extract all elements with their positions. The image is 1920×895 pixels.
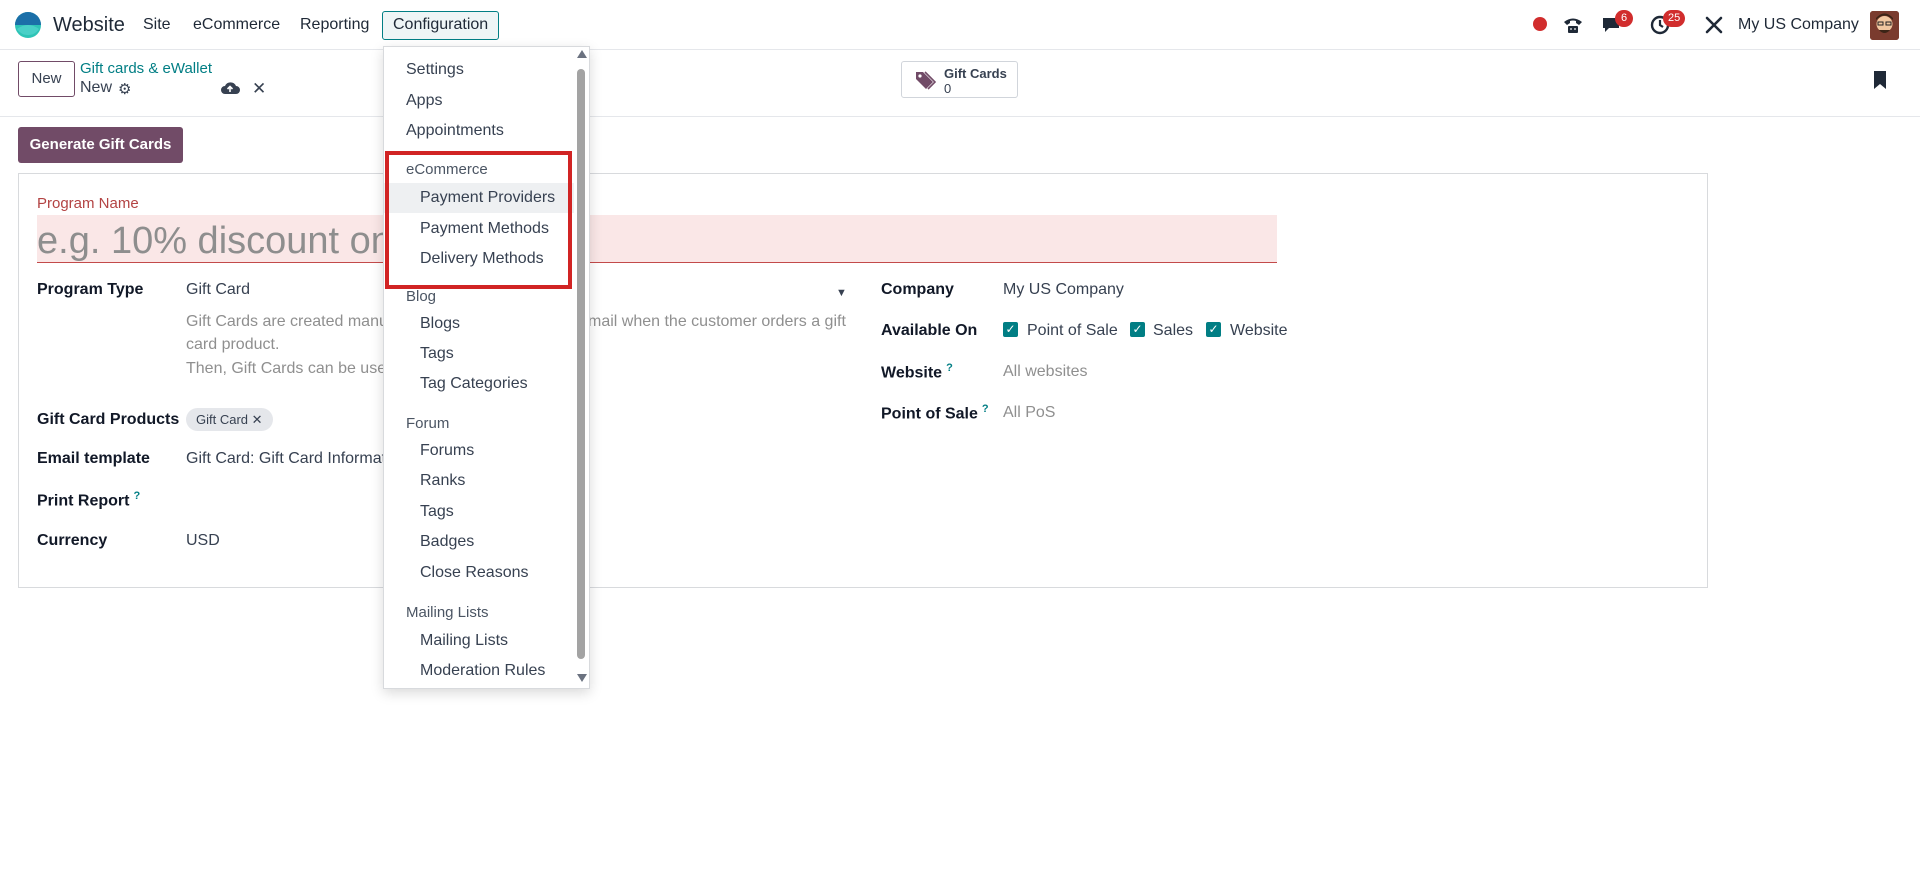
checkbox-label-website: Website [1230,322,1288,339]
company-field[interactable]: My US Company [1003,281,1124,299]
program-name-label: Program Name [37,195,139,212]
menu-item-apps[interactable]: Apps [384,86,574,116]
configuration-dropdown: Settings Apps Appointments eCommerce Pay… [383,46,590,689]
help-icon[interactable]: ? [946,362,953,374]
website-app-icon[interactable] [14,11,42,39]
program-description-line1: Gift Cards are created manu [186,313,388,330]
new-button[interactable]: New [18,61,75,97]
menu-item-forums[interactable]: Forums [384,436,574,466]
program-description-line1-tail: mail when the customer orders a gift [588,313,846,330]
menu-header-mailing-lists: Mailing Lists [406,604,489,621]
checkbox-website[interactable]: ✓ [1206,322,1221,337]
website-label: Website? [881,362,953,382]
menu-item-appointments[interactable]: Appointments [384,116,574,146]
program-type-label: Program Type [37,281,144,298]
menu-site[interactable]: Site [143,16,171,34]
point-of-sale-field[interactable]: All PoS [1003,404,1055,422]
tag-label: Gift Card [196,412,249,427]
menu-item-settings[interactable]: Settings [384,55,574,85]
checkbox-label-sales: Sales [1153,322,1194,339]
menu-item-mailing-lists[interactable]: Mailing Lists [384,626,574,656]
gear-icon[interactable]: ⚙ [118,80,131,98]
currency-label: Currency [37,532,108,549]
program-name-placeholder: e.g. 10% discount on [37,220,392,262]
program-description-line3: Then, Gift Cards can be usec [186,360,395,377]
gift-card-product-tag[interactable]: Gift Card ✕ [186,408,273,431]
scroll-down-arrow-icon[interactable] [577,674,587,682]
currency-field[interactable]: USD [186,532,220,550]
checkbox-label-point-of-sale: Point of Sale [1027,322,1118,339]
record-title: New [80,79,113,96]
scrollbar-thumb[interactable] [577,69,585,659]
program-type-select[interactable]: Gift Card [186,281,250,299]
remove-tag-icon[interactable]: ✕ [252,412,263,427]
breadcrumb-gift-cards[interactable]: Gift cards & eWallet [80,60,212,77]
menu-reporting[interactable]: Reporting [300,16,369,34]
activities-badge: 25 [1663,10,1686,27]
available-on-label: Available On [881,322,978,339]
checkbox-sales[interactable]: ✓ [1130,322,1145,337]
email-template-label: Email template [37,450,150,467]
generate-gift-cards-button[interactable]: Generate Gift Cards [18,127,183,163]
menu-item-ranks[interactable]: Ranks [384,466,574,496]
control-panel: New Gift cards & eWallet New ⚙ ✕ Gift Ca… [0,50,1920,117]
user-avatar[interactable] [1870,11,1899,40]
discard-close-icon[interactable]: ✕ [252,79,266,99]
phone-icon[interactable] [1561,13,1585,37]
help-icon[interactable]: ? [133,490,140,502]
help-icon[interactable]: ? [982,403,989,415]
debug-tools-icon[interactable] [1702,13,1726,37]
messages-badge: 6 [1615,10,1633,27]
menu-item-tag-categories[interactable]: Tag Categories [384,369,574,399]
bookmark-icon[interactable] [1873,70,1887,90]
menu-item-forum-tags[interactable]: Tags [384,497,574,527]
company-label: Company [881,281,954,298]
scroll-up-arrow-icon[interactable] [577,50,587,58]
menu-item-blog-tags[interactable]: Tags [384,339,574,369]
smart-button-label: Gift Cards [944,66,1007,81]
menu-header-forum: Forum [406,415,450,432]
menu-header-blog: Blog [406,288,437,305]
menu-item-badges[interactable]: Badges [384,527,574,557]
print-report-label: Print Report? [37,490,141,510]
checkbox-point-of-sale[interactable]: ✓ [1003,322,1018,337]
point-of-sale-label: Point of Sale? [881,403,989,423]
ecommerce-highlight-box [385,151,572,289]
menu-configuration[interactable]: Configuration [382,11,500,40]
website-field[interactable]: All websites [1003,363,1087,381]
recording-indicator-icon[interactable] [1533,17,1547,31]
menu-item-moderation-rules[interactable]: Moderation Rules [384,656,574,686]
gift-cards-smart-button[interactable]: Gift Cards 0 [901,61,1018,98]
tags-icon [916,71,937,90]
smart-button-count: 0 [944,81,952,96]
menu-item-close-reasons[interactable]: Close Reasons [384,558,574,588]
app-name[interactable]: Website [53,14,125,37]
top-navbar: Website Site eCommerce Reporting Configu… [0,0,1920,50]
save-cloud-icon[interactable] [220,80,240,96]
program-description-line2: card product. [186,336,280,353]
menu-ecommerce[interactable]: eCommerce [193,16,280,34]
company-switcher[interactable]: My US Company [1738,16,1859,34]
menu-item-blogs[interactable]: Blogs [384,309,574,339]
caret-down-icon[interactable]: ▼ [836,287,847,299]
email-template-field[interactable]: Gift Card: Gift Card Informat [186,450,386,468]
gift-card-products-label: Gift Card Products [37,411,180,428]
